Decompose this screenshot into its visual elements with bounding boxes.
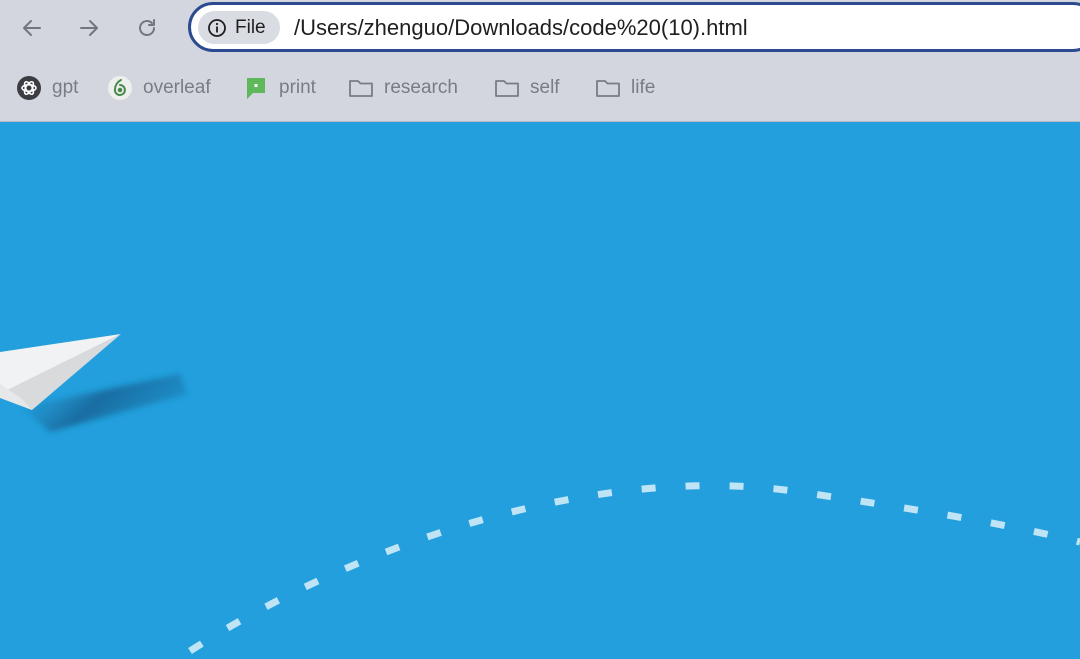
- info-icon: [208, 18, 226, 37]
- chat-bubble-icon: [247, 78, 265, 99]
- bookmark-gpt[interactable]: gpt: [16, 74, 78, 102]
- bookmark-label: gpt: [52, 77, 79, 98]
- bookmark-print[interactable]: print: [243, 74, 316, 102]
- site-info-chip[interactable]: File: [198, 11, 280, 44]
- bookmark-life[interactable]: life: [595, 74, 655, 102]
- url-text[interactable]: /Users/zhenguo/Downloads/code%20(10).htm…: [294, 15, 748, 41]
- folder-icon: [349, 80, 373, 97]
- bookmark-self[interactable]: self: [494, 74, 560, 102]
- arrow-left-icon: [23, 20, 41, 36]
- folder-icon: [495, 80, 519, 97]
- bookmark-label: life: [631, 77, 656, 98]
- bookmark-research[interactable]: research: [348, 74, 458, 102]
- browser-chrome: File /Users/zhenguo/Downloads/code%20(10…: [0, 0, 1080, 122]
- reload-icon: [139, 19, 155, 36]
- openai-icon: [17, 76, 41, 100]
- scene-svg: [0, 334, 1080, 654]
- back-button[interactable]: [14, 10, 50, 46]
- forward-button[interactable]: [71, 10, 107, 46]
- bookmark-label: research: [384, 77, 458, 98]
- bookmark-label: self: [530, 77, 560, 98]
- bookmark-overleaf[interactable]: overleaf: [107, 74, 211, 102]
- page-canvas: [0, 122, 1080, 659]
- arrow-right-icon: [80, 20, 98, 36]
- bookmark-label: print: [279, 77, 316, 98]
- site-info-label: File: [235, 16, 266, 38]
- overleaf-icon: [108, 76, 132, 100]
- address-bar[interactable]: File /Users/zhenguo/Downloads/code%20(10…: [188, 2, 1080, 52]
- bookmark-label: overleaf: [143, 77, 211, 98]
- paper-plane: [0, 334, 187, 432]
- flight-path-dashes: [188, 482, 1080, 654]
- folder-icon: [596, 80, 620, 97]
- reload-button[interactable]: [129, 10, 165, 46]
